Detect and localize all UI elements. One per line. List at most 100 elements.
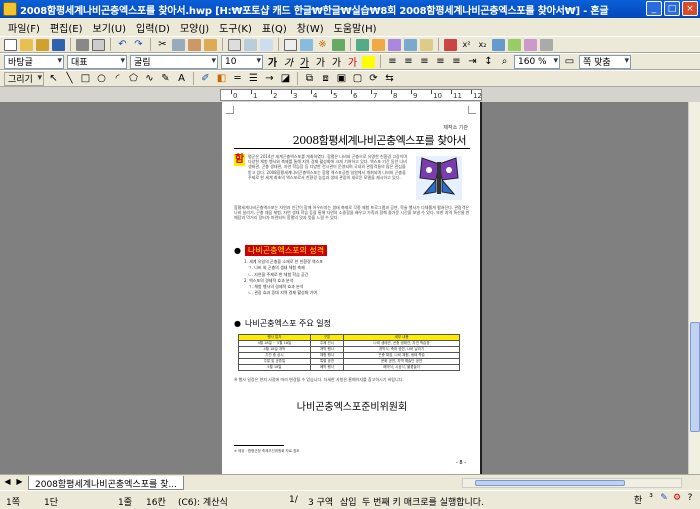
schedule-table[interactable]: 행사 일자 구분 세부 내용 4월 18일 ~ 5월 18일 주제 전시 나비 …: [238, 334, 460, 371]
new-document-icon[interactable]: [4, 38, 17, 51]
bring-forward-icon[interactable]: ⧉: [303, 73, 316, 84]
zoom-icon[interactable]: ⌕: [498, 56, 511, 67]
dictionary-icon[interactable]: [492, 38, 505, 51]
line-style-icon[interactable]: ═: [231, 73, 244, 84]
align-justify-icon[interactable]: ≡: [386, 56, 399, 67]
language-font-select[interactable]: 대표: [67, 54, 127, 69]
style-select[interactable]: 바탕글: [4, 54, 64, 69]
menu-format[interactable]: 모양(J): [180, 20, 209, 35]
line-spacing-icon[interactable]: ↕: [482, 56, 495, 67]
fill-color-icon[interactable]: ◧: [215, 73, 228, 84]
equation-icon[interactable]: [388, 38, 401, 51]
subscript-icon[interactable]: x₂: [476, 40, 489, 49]
polygon-icon[interactable]: ⬠: [127, 73, 140, 84]
hwp-app-icon[interactable]: [3, 2, 17, 16]
horizontal-scrollbar[interactable]: [462, 478, 682, 488]
flip-icon[interactable]: ⇆: [383, 73, 396, 84]
vertical-scrollbar[interactable]: [688, 102, 700, 474]
horizontal-ruler[interactable]: 0 1 2 3 4 5 6 7 8 9 10 11 12: [220, 89, 482, 101]
align-left-icon[interactable]: ≡: [402, 56, 415, 67]
ime-language[interactable]: 한: [632, 493, 644, 506]
track-changes-icon[interactable]: [444, 38, 457, 51]
textbox-draw-icon[interactable]: A: [175, 73, 188, 84]
print-icon[interactable]: [76, 38, 89, 51]
distribute-icon[interactable]: ≡: [450, 56, 463, 67]
send-backward-icon[interactable]: ⧈: [319, 73, 332, 84]
arc-icon[interactable]: ◜: [111, 73, 124, 84]
align-center-icon[interactable]: ≡: [418, 56, 431, 67]
ime-help-icon[interactable]: ?: [684, 493, 696, 506]
options-icon[interactable]: [524, 38, 537, 51]
undo-icon[interactable]: ↶: [116, 39, 129, 50]
spellcheck-icon[interactable]: [508, 38, 521, 51]
close-button[interactable]: ×: [682, 1, 698, 16]
symbol-icon[interactable]: ※: [316, 39, 329, 50]
menu-insert[interactable]: 입력(D): [136, 20, 170, 35]
hscroll-thumb[interactable]: [475, 480, 625, 486]
rectangle-icon[interactable]: □: [79, 73, 92, 84]
redo-icon[interactable]: ↷: [132, 39, 145, 50]
group-icon[interactable]: ▣: [335, 73, 348, 84]
document-page[interactable]: 제작소 기관 2008함평세계나비곤충엑스포를 찾아서 함 평군은 2014년 …: [222, 102, 482, 474]
status-mode[interactable]: 삽입: [340, 495, 357, 508]
table-cell[interactable]: 폐막식, 시상식, 불꽃놀이: [343, 364, 460, 371]
line-color-icon[interactable]: ✐: [199, 73, 212, 84]
textbox-icon[interactable]: [356, 38, 369, 51]
maximize-button[interactable]: □: [664, 1, 680, 16]
italic-icon[interactable]: 가: [282, 54, 295, 69]
menu-edit[interactable]: 편집(E): [50, 20, 83, 35]
tab-next-icon[interactable]: ▶: [14, 477, 25, 486]
find-icon[interactable]: [228, 38, 241, 51]
superscript-icon[interactable]: x²: [460, 40, 473, 49]
table-cell[interactable]: 5월 18일: [238, 364, 311, 371]
table-cell[interactable]: 폐막 행사: [309, 364, 345, 371]
font-size-select[interactable]: 10: [221, 54, 263, 69]
rotate-icon[interactable]: ⟳: [367, 73, 380, 84]
menu-view[interactable]: 보기(U): [93, 20, 127, 35]
hyperlink-icon[interactable]: [372, 38, 385, 51]
table-icon[interactable]: [284, 38, 297, 51]
line-width-icon[interactable]: ☰: [247, 73, 260, 84]
save-icon[interactable]: [52, 38, 65, 51]
ellipse-icon[interactable]: ○: [95, 73, 108, 84]
cut-icon[interactable]: ✂: [156, 39, 169, 50]
copy-icon[interactable]: [172, 38, 185, 51]
footnote-icon[interactable]: [404, 38, 417, 51]
help-icon[interactable]: [540, 38, 553, 51]
align-right-icon[interactable]: ≡: [434, 56, 447, 67]
bold-icon[interactable]: 가: [266, 54, 279, 69]
paste-icon[interactable]: [188, 38, 201, 51]
outline-icon[interactable]: 가: [314, 54, 327, 69]
memo-icon[interactable]: [420, 38, 433, 51]
print-preview-icon[interactable]: [92, 38, 105, 51]
shadow-icon[interactable]: 가: [330, 54, 343, 69]
font-color-icon[interactable]: 가: [346, 54, 359, 69]
open-recent-icon[interactable]: [36, 38, 49, 51]
freeform-icon[interactable]: ✎: [159, 73, 172, 84]
chart-icon[interactable]: [300, 38, 313, 51]
tab-prev-icon[interactable]: ◀: [2, 477, 13, 486]
minimize-button[interactable]: _: [646, 1, 662, 16]
fit-page-icon[interactable]: ▭: [563, 56, 576, 67]
open-folder-icon[interactable]: [20, 38, 33, 51]
highlight-icon[interactable]: [362, 55, 375, 68]
menu-help[interactable]: 도움말(H): [334, 20, 377, 35]
menu-file[interactable]: 파일(F): [8, 20, 40, 35]
zoom-page-icon[interactable]: [260, 38, 273, 51]
ime-pen-icon[interactable]: ✎: [658, 493, 670, 506]
menu-table[interactable]: 표(Q): [262, 20, 287, 35]
zoom-select[interactable]: 160 %: [514, 54, 560, 69]
draw-menu-button[interactable]: 그리기: [4, 71, 44, 86]
curve-icon[interactable]: ∿: [143, 73, 156, 84]
line-icon[interactable]: ╲: [63, 73, 76, 84]
format-painter-icon[interactable]: [204, 38, 217, 51]
replace-icon[interactable]: [244, 38, 257, 51]
font-select[interactable]: 굴림: [130, 54, 218, 69]
menu-tools[interactable]: 도구(K): [219, 20, 252, 35]
shadow-draw-icon[interactable]: ◪: [279, 73, 292, 84]
ime-tools-icon[interactable]: ⚙: [671, 493, 683, 506]
arrow-style-icon[interactable]: →: [263, 73, 276, 84]
underline-icon[interactable]: 가: [298, 54, 311, 69]
scroll-thumb[interactable]: [690, 322, 700, 432]
tab-document[interactable]: 2008함평세계나비곤충엑스포를 찾...: [28, 476, 184, 490]
